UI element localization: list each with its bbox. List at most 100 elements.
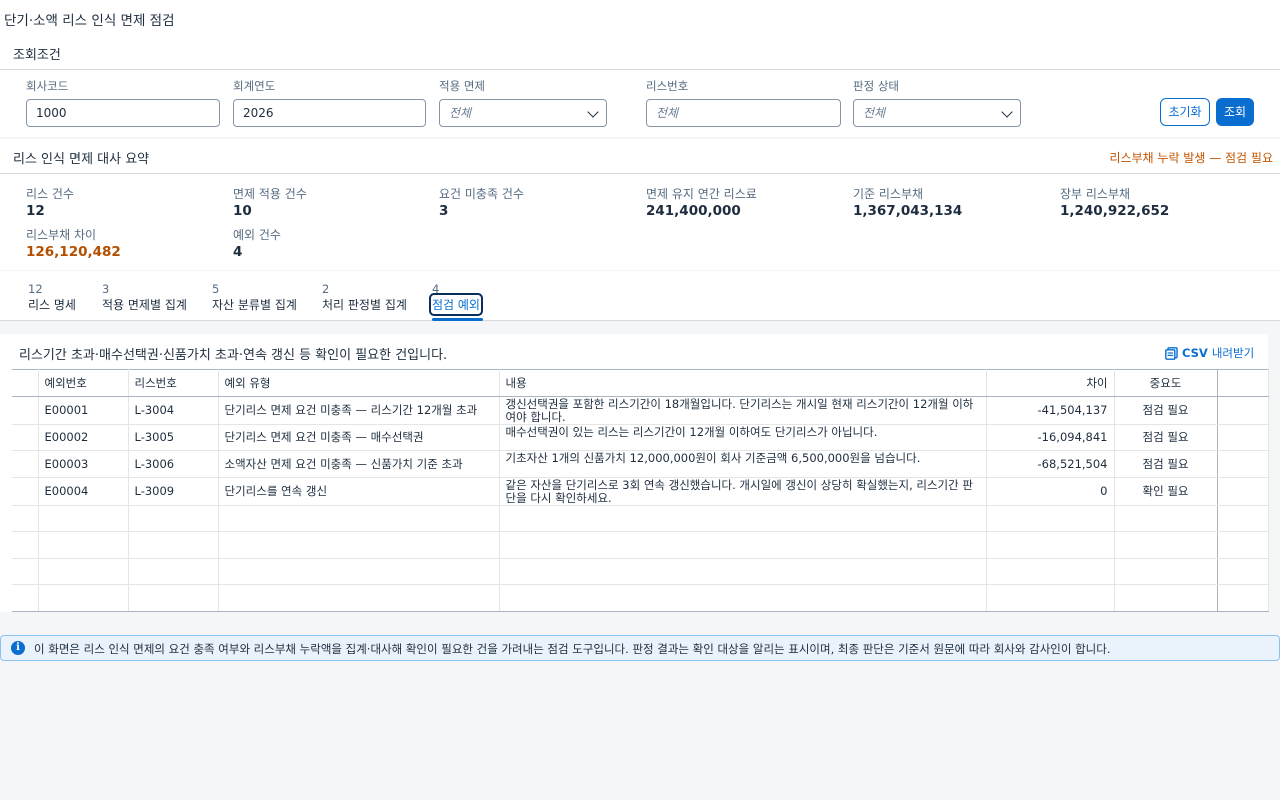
- cell-exception-type: 단기리스 면제 요건 미충족 — 매수선택권: [218, 424, 500, 451]
- exceptions-panel: 리스기간 초과·매수선택권·신품가치 초과·연속 갱신 등 확인이 필요한 건입…: [0, 334, 1269, 612]
- kpi-value: 4: [233, 244, 243, 260]
- empty-row: [12, 505, 1269, 532]
- filler-cell: [1217, 424, 1269, 451]
- company-code-label: 회사코드: [26, 79, 69, 93]
- cell-exception-id: E00004: [38, 477, 129, 506]
- exemption-select-value: 전체: [449, 106, 472, 120]
- search-button[interactable]: 조회: [1216, 98, 1254, 126]
- tab-label: 리스 명세: [28, 298, 76, 312]
- exceptions-table: 예외번호 리스번호 예외 유형 내용 차이 중요도 E00001 L-3004 …: [12, 369, 1269, 612]
- fiscal-year-input[interactable]: 2026: [233, 99, 426, 127]
- cell-exception-id: E00001: [38, 396, 129, 425]
- filter-section-header: 조회조건: [0, 35, 1280, 70]
- kpi-value: 12: [26, 203, 45, 219]
- tab-lease-list[interactable]: 12 리스 명세: [28, 271, 78, 321]
- kpi-value: 1,240,922,652: [1060, 203, 1170, 219]
- cell-importance: 점검 필요: [1114, 450, 1218, 478]
- empty-row: [12, 531, 1269, 559]
- active-tab-indicator: [432, 318, 483, 321]
- cell-lease-no: L-3009: [128, 477, 219, 506]
- tab-by-exemption[interactable]: 3 적용 면제별 집계: [102, 271, 188, 321]
- column-header[interactable]: 예외 유형: [218, 369, 500, 397]
- title-bar: [0, 0, 1280, 35]
- empty-row: [12, 584, 1269, 612]
- chevron-down-icon: [587, 106, 599, 118]
- notice-strip: i 이 화면은 리스 인식 면제의 요건 충족 여부와 리스부채 누락액을 집계…: [0, 635, 1280, 661]
- csv-label: CSV: [1182, 346, 1208, 360]
- cell-content: 갱신선택권을 포함한 리스기간이 18개월입니다. 단기리스는 개시일 현재 리…: [499, 396, 987, 425]
- cell-lease-no: L-3004: [128, 396, 219, 425]
- kpi-label: 리스 건수: [26, 187, 74, 201]
- filler-cell: [1217, 450, 1269, 478]
- kpi-label: 면제 적용 건수: [233, 187, 307, 201]
- company-code-input[interactable]: 1000: [26, 99, 220, 127]
- status-select[interactable]: 전체: [853, 99, 1021, 127]
- tab-count: 5: [212, 282, 220, 296]
- kpi-label: 리스부채 차이: [26, 228, 97, 242]
- tab-label: 처리 판정별 집계: [322, 298, 407, 312]
- lease-no-input[interactable]: 전체: [646, 99, 841, 127]
- column-header[interactable]: 예외번호: [38, 369, 129, 397]
- filler-cell: [1217, 477, 1269, 506]
- kpi-label: 면제 유지 연간 리스료: [646, 187, 757, 201]
- exceptions-description: 리스기간 초과·매수선택권·신품가치 초과·연속 갱신 등 확인이 필요한 건입…: [19, 348, 448, 363]
- info-icon: i: [11, 641, 25, 655]
- cell-importance: 점검 필요: [1114, 396, 1218, 425]
- chevron-down-icon: [1001, 106, 1013, 118]
- summary-section-header: 리스 인식 면제 대사 요약 리스부채 누락 발생 — 점검 필요: [0, 139, 1280, 174]
- tab-by-judgement[interactable]: 2 처리 판정별 집계: [322, 271, 408, 321]
- filler-cell: [1217, 396, 1269, 425]
- csv-download-link[interactable]: CSV 내려받기: [1165, 345, 1254, 361]
- reset-button[interactable]: 초기화: [1160, 98, 1210, 126]
- row-selector-header: [12, 369, 39, 397]
- row-selector[interactable]: [12, 396, 39, 425]
- tab-label: 자산 분류별 집계: [212, 298, 297, 312]
- cell-diff: 0: [986, 477, 1115, 506]
- column-header[interactable]: 리스번호: [128, 369, 219, 397]
- cell-exception-id: E00002: [38, 424, 129, 451]
- filter-section-title: 조회조건: [13, 48, 61, 63]
- status-select-value: 전체: [863, 106, 886, 120]
- kpi-label: 요건 미충족 건수: [439, 187, 524, 201]
- kpi-label: 예외 건수: [233, 228, 281, 242]
- column-header[interactable]: 내용: [499, 369, 987, 397]
- table-row[interactable]: E00002 L-3005 단기리스 면제 요건 미충족 — 매수선택권 매수선…: [12, 424, 1269, 451]
- lease-no-label: 리스번호: [646, 79, 689, 93]
- kpi-value: 3: [439, 203, 449, 219]
- cell-exception-type: 단기리스를 연속 갱신: [218, 477, 500, 506]
- exemption-select[interactable]: 전체: [439, 99, 607, 127]
- tab-label: 점검 예외: [429, 293, 483, 316]
- table-row[interactable]: E00004 L-3009 단기리스를 연속 갱신 같은 자산을 단기리스로 3…: [12, 477, 1269, 506]
- filter-bar: 회사코드 1000 회계연도 2026 적용 면제 전체 리스번호 전체 판정 …: [0, 70, 1280, 137]
- cell-content: 같은 자산을 단기리스로 3회 연속 갱신했습니다. 개시일에 갱신이 상당히 …: [499, 477, 987, 506]
- cell-diff: -41,504,137: [986, 396, 1115, 425]
- exemption-label: 적용 면제: [439, 79, 485, 93]
- table-row[interactable]: E00003 L-3006 소액자산 면제 요건 미충족 — 신품가치 기준 초…: [12, 450, 1269, 478]
- row-selector[interactable]: [12, 450, 39, 478]
- cell-importance: 확인 필요: [1114, 477, 1218, 506]
- cell-content: 기초자산 1개의 신품가치 12,000,000원이 회사 기준금액 6,500…: [499, 450, 987, 478]
- tab-count: 4: [432, 282, 440, 296]
- row-selector[interactable]: [12, 424, 39, 451]
- tab-count: 12: [28, 282, 43, 296]
- fiscal-year-label: 회계연도: [233, 79, 276, 93]
- cell-lease-no: L-3005: [128, 424, 219, 451]
- column-header[interactable]: 중요도: [1114, 369, 1218, 397]
- row-selector[interactable]: [12, 477, 39, 506]
- kpi-value: 241,400,000: [646, 203, 741, 219]
- cell-content: 매수선택권이 있는 리스는 리스기간이 12개월 이하여도 단기리스가 아닙니다…: [499, 424, 987, 451]
- filler-column: [1217, 369, 1269, 397]
- spreadsheet-icon: [1165, 346, 1178, 360]
- tab-by-asset-class[interactable]: 5 자산 분류별 집계: [212, 271, 298, 321]
- tab-exceptions[interactable]: 4 점검 예외: [429, 271, 483, 321]
- cell-exception-id: E00003: [38, 450, 129, 478]
- column-header[interactable]: 차이: [986, 369, 1115, 397]
- table-row[interactable]: E00001 L-3004 단기리스 면제 요건 미충족 — 리스기간 12개월…: [12, 396, 1269, 425]
- cell-exception-type: 단기리스 면제 요건 미충족 — 리스기간 12개월 초과: [218, 396, 500, 425]
- table-header-row: 예외번호 리스번호 예외 유형 내용 차이 중요도: [12, 369, 1269, 397]
- tab-count: 3: [102, 282, 110, 296]
- tab-label: 적용 면제별 집계: [102, 298, 187, 312]
- summary-kpis: 리스 건수 12 면제 적용 건수 10 요건 미충족 건수 3 면제 유지 연…: [0, 174, 1280, 270]
- summary-warning: 리스부채 누락 발생 — 점검 필요: [1109, 151, 1273, 165]
- kpi-label: 기준 리스부채: [853, 187, 924, 201]
